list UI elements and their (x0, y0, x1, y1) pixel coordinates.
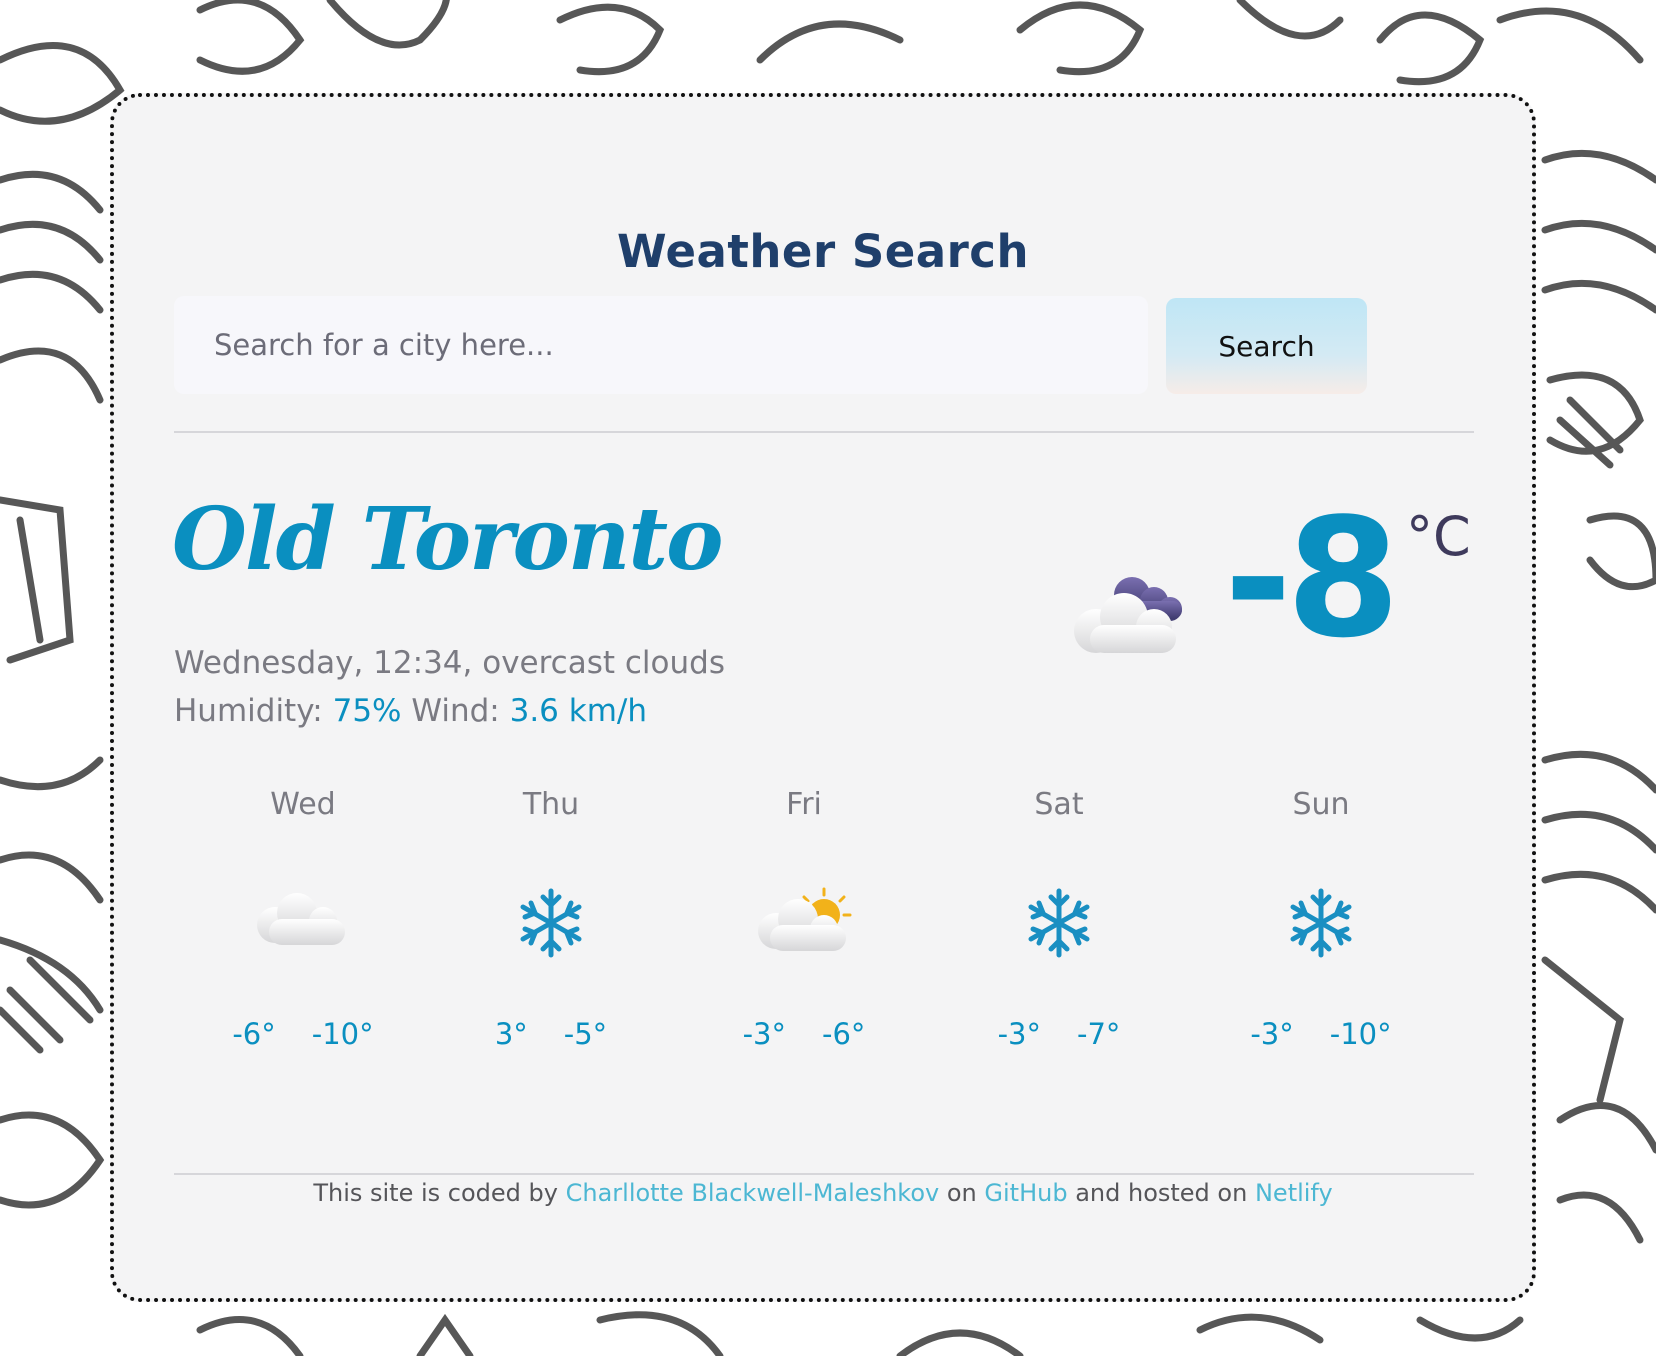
forecast: Wed -6° -10° Thu 3° -5° Fri -3° -6° Sat … (174, 787, 1474, 1147)
forecast-day-name: Sat (1034, 787, 1084, 822)
forecast-temps: -3° -10° (1216, 1017, 1426, 1051)
overcast-clouds-icon (1074, 577, 1182, 653)
footer-hosted: and hosted on (1075, 1179, 1248, 1207)
github-link[interactable]: GitHub (984, 1179, 1067, 1207)
netlify-link[interactable]: Netlify (1255, 1179, 1333, 1207)
forecast-temps: 3° -5° (446, 1017, 656, 1051)
weather-stats: Humidity: 75% Wind: 3.6 km/h (174, 693, 647, 729)
forecast-high: -3° (742, 1017, 786, 1051)
forecast-high: 3° (494, 1017, 528, 1051)
forecast-high: -6° (232, 1017, 276, 1051)
forecast-temps: -3° -6° (699, 1017, 909, 1051)
footer-prefix: This site is coded by (313, 1179, 558, 1207)
forecast-day-name: Wed (270, 787, 336, 822)
forecast-day-name: Thu (522, 787, 580, 822)
author-link[interactable]: Charllotte Blackwell-Maleshkov (566, 1179, 940, 1207)
page-title: Weather Search (616, 225, 1030, 279)
footer-on: on (946, 1179, 977, 1207)
forecast-day: Sat -3° -7° (954, 787, 1164, 1087)
weather-description: Wednesday, 12:34, overcast clouds (174, 645, 725, 681)
forecast-high: -3° (1250, 1017, 1294, 1051)
snowflake-icon (515, 887, 587, 963)
forecast-low: -10° (311, 1017, 374, 1051)
search-input[interactable] (174, 296, 1148, 394)
footer: This site is coded by Charllotte Blackwe… (114, 1179, 1532, 1207)
forecast-day: Sun -3° -10° (1216, 787, 1426, 1087)
divider-top (174, 431, 1474, 433)
weather-card: Weather Search Search Old Toronto Wednes… (110, 93, 1536, 1302)
current-temperature: -8 (1224, 483, 1400, 674)
forecast-day-name: Fri (786, 787, 822, 822)
forecast-low: -10° (1329, 1017, 1392, 1051)
forecast-low: -7° (1077, 1017, 1121, 1051)
forecast-temps: -3° -7° (954, 1017, 1164, 1051)
divider-bottom (174, 1173, 1474, 1175)
forecast-low: -6° (822, 1017, 866, 1051)
partly-cloudy-icon (754, 887, 854, 957)
forecast-day: Fri -3° -6° (699, 787, 909, 1087)
forecast-day: Wed -6° -10° (198, 787, 408, 1087)
forecast-day-name: Sun (1292, 787, 1350, 822)
wind-label: Wind: (411, 693, 500, 729)
forecast-high: -3° (997, 1017, 1041, 1051)
city-name: Old Toronto (172, 489, 723, 590)
forecast-temps: -6° -10° (198, 1017, 408, 1051)
forecast-low: -5° (563, 1017, 608, 1051)
humidity-value: 75% (332, 693, 402, 729)
snowflake-icon (1285, 887, 1357, 963)
wind-value: 3.6 km/h (509, 693, 647, 729)
forecast-day: Thu 3° -5° (446, 787, 656, 1087)
snowflake-icon (1023, 887, 1095, 963)
search-button[interactable]: Search (1166, 298, 1367, 394)
cloud-icon (253, 887, 353, 951)
temperature-unit[interactable]: °C (1406, 505, 1471, 568)
humidity-label: Humidity: (174, 693, 323, 729)
